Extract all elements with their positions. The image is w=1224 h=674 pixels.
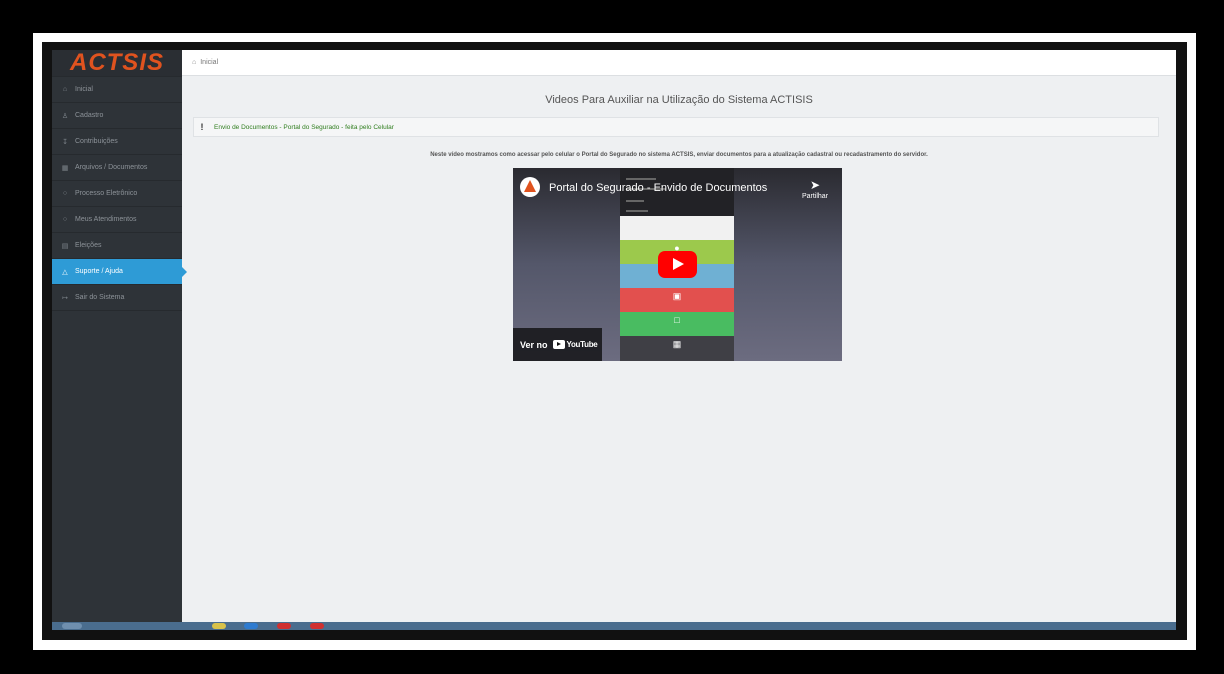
sidebar-item-inicial[interactable]: ⌂ Inicial [52, 76, 182, 103]
user-icon: ♙ [61, 112, 69, 120]
sidebar-item-cadastro[interactable]: ♙ Cadastro [52, 103, 182, 129]
sidebar-item-label: Suporte / Ajuda [75, 268, 123, 275]
phone-band: □ [620, 312, 734, 336]
sidebar-item-label: Eleições [75, 242, 102, 249]
exclamation-icon: ! [200, 122, 204, 132]
taskbar-icon[interactable] [212, 623, 226, 629]
youtube-icon [552, 340, 565, 349]
vote-icon: ▦ [672, 339, 682, 349]
video-list-item[interactable]: ! Envio de Documentos - Portal do Segura… [193, 117, 1159, 137]
logout-icon: ↦ [62, 294, 68, 302]
breadcrumb-item-inicial[interactable]: Inicial [200, 59, 218, 66]
watch-on-youtube-button[interactable]: Ver no YouTube [513, 328, 602, 361]
sidebar-item-label: Meus Atendimentos [75, 216, 137, 223]
channel-avatar[interactable] [520, 177, 540, 197]
video-link[interactable]: Envio de Documentos - Portal do Segurado… [214, 124, 394, 131]
taskbar-icon[interactable] [277, 623, 291, 629]
logo-text: ACTSIS [69, 50, 164, 76]
share-label: Partilhar [801, 193, 829, 200]
taskbar-icon[interactable] [62, 623, 82, 629]
sidebar-item-label: Arquivos / Documentos [75, 164, 148, 171]
sidebar-item-atendimentos[interactable]: ○ Meus Atendimentos [52, 207, 182, 233]
chat-icon: □ [674, 315, 680, 325]
screen: ACTSIS ⌂ Inicial ♙ Cadastro ↧ Contribuiç… [52, 50, 1176, 630]
sidebar-item-contribuicoes[interactable]: ↧ Contribuições [52, 129, 182, 155]
play-button[interactable] [658, 251, 697, 278]
share-icon: ➤ [809, 178, 821, 192]
breadcrumb: ⌂ Inicial [182, 50, 1176, 76]
sidebar-item-label: Cadastro [75, 112, 104, 119]
page-title: Videos Para Auxiliar na Utilização do Si… [545, 94, 813, 106]
taskbar-icon[interactable] [244, 623, 258, 629]
phone-band: ▦ [620, 336, 734, 361]
phone-band: ▣ [620, 288, 734, 312]
youtube-label: YouTube [566, 340, 598, 349]
sidebar-item-sair[interactable]: ↦ Sair do Sistema [52, 285, 182, 311]
sidebar-item-processo[interactable]: ○ Processo Eletrônico [52, 181, 182, 207]
car-icon: ▣ [672, 291, 682, 301]
os-taskbar [52, 622, 1176, 630]
sidebar-item-label: Processo Eletrônico [75, 190, 138, 197]
video-title[interactable]: Portal do Segurado - Envido de Documento… [549, 182, 767, 194]
phone-band [620, 216, 734, 240]
sidebar-nav: ⌂ Inicial ♙ Cadastro ↧ Contribuições ▦ A… [52, 76, 187, 311]
taskbar-icon[interactable] [310, 623, 324, 629]
youtube-logo: YouTube [552, 340, 598, 349]
sidebar-item-label: Contribuições [75, 138, 118, 145]
sidebar-item-arquivos[interactable]: ▦ Arquivos / Documentos [52, 155, 182, 181]
app-logo[interactable]: ACTSIS [52, 50, 182, 76]
home-icon: ⌂ [62, 86, 68, 93]
sidebar-item-eleicoes[interactable]: ▤ Eleições [52, 233, 182, 259]
video-description: Neste vídeo mostramos como acessar pelo … [430, 152, 928, 158]
sidebar-item-suporte[interactable]: △ Suporte / Ajuda [52, 259, 187, 285]
home-icon: ⌂ [192, 59, 197, 66]
share-button[interactable]: ➤ Partilhar [795, 178, 835, 200]
chart-icon: ▤ [61, 242, 69, 250]
warning-icon: △ [62, 268, 68, 276]
main-content: Videos Para Auxiliar na Utilização do Si… [182, 77, 1176, 625]
circle-icon: ○ [62, 190, 68, 197]
youtube-player[interactable]: ● ▣ □ ▦ Portal do Segurado - Envido de D… [513, 168, 842, 361]
download-icon: ↧ [62, 138, 68, 146]
sidebar-item-label: Sair do Sistema [75, 294, 125, 301]
watch-on-label: Ver no [520, 339, 548, 350]
files-icon: ▦ [61, 164, 69, 172]
sidebar-item-label: Inicial [75, 86, 93, 93]
sidebar: ACTSIS ⌂ Inicial ♙ Cadastro ↧ Contribuiç… [52, 50, 187, 630]
chat-icon: ○ [62, 216, 68, 223]
